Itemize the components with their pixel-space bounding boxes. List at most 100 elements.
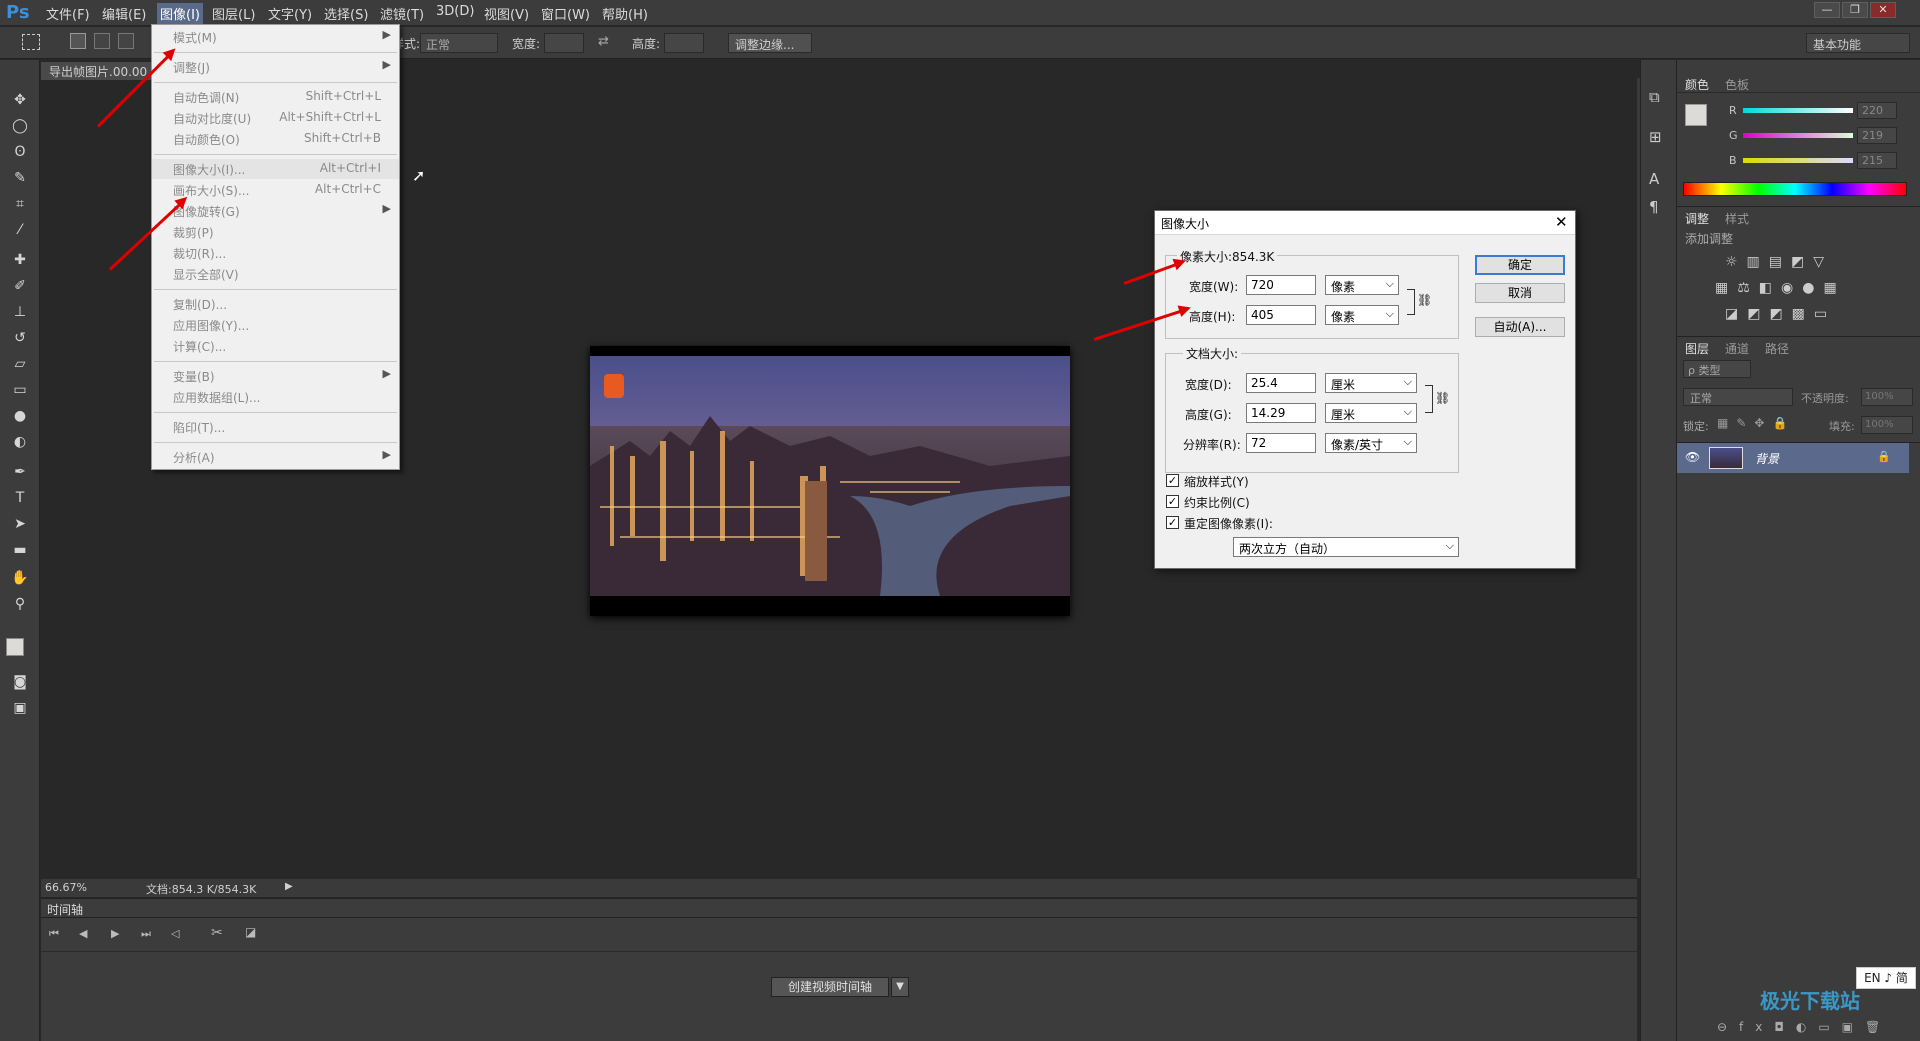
- menu-item[interactable]: 模式(M) ▶: [152, 27, 399, 47]
- shape-tool-icon[interactable]: ▬: [8, 542, 32, 562]
- menu-item[interactable]: 图像大小(I)... Alt+Ctrl+I: [152, 159, 399, 179]
- tab-adjustments[interactable]: 调整: [1685, 210, 1709, 227]
- marquee-tool-icon[interactable]: [22, 34, 40, 50]
- subtract-selection-icon[interactable]: [118, 33, 134, 49]
- menu-layer[interactable]: 图层(L): [212, 4, 255, 23]
- eraser-tool-icon[interactable]: ▱: [8, 356, 32, 376]
- menu-item[interactable]: 计算(C)...: [152, 336, 399, 356]
- fill-input[interactable]: 100%: [1861, 416, 1913, 434]
- workspace-select[interactable]: 基本功能: [1806, 33, 1910, 53]
- tab-color[interactable]: 颜色: [1685, 76, 1709, 93]
- menu-file[interactable]: 文件(F): [46, 4, 90, 23]
- g-slider[interactable]: [1743, 133, 1853, 138]
- adjustment-icons-row2[interactable]: ▦⚖◧◉●▦: [1715, 280, 1846, 296]
- resample-checkbox[interactable]: ✓: [1166, 516, 1179, 529]
- split-icon[interactable]: ✂: [211, 925, 223, 941]
- history-brush-icon[interactable]: ↺: [8, 330, 32, 350]
- restore-button[interactable]: ❐: [1842, 2, 1868, 18]
- crop-tool-icon[interactable]: ⌗: [8, 196, 32, 216]
- doc-width-input[interactable]: 25.4: [1246, 373, 1316, 393]
- foreground-swatch[interactable]: [1685, 104, 1707, 126]
- minimize-button[interactable]: —: [1814, 2, 1840, 18]
- timeline-dropdown-icon[interactable]: ▼: [891, 977, 909, 997]
- menu-type[interactable]: 文字(Y): [268, 4, 312, 23]
- doc-width-unit-select[interactable]: 厘米 ⌵: [1325, 373, 1417, 393]
- b-value[interactable]: 215: [1857, 152, 1897, 169]
- menu-item[interactable]: 自动对比度(U) Alt+Shift+Ctrl+L: [152, 108, 399, 128]
- r-slider[interactable]: [1743, 108, 1853, 113]
- quick-mask-icon[interactable]: ◙: [8, 674, 32, 694]
- healing-brush-icon[interactable]: ✚: [8, 252, 32, 272]
- menu-window[interactable]: 窗口(W): [541, 4, 590, 23]
- path-select-icon[interactable]: ➤: [8, 516, 32, 536]
- menu-item[interactable]: 画布大小(S)... Alt+Ctrl+C: [152, 180, 399, 200]
- status-arrow-icon[interactable]: ▶: [285, 881, 293, 892]
- doc-height-input[interactable]: 14.29: [1246, 403, 1316, 423]
- tab-styles[interactable]: 样式: [1725, 210, 1749, 227]
- close-button[interactable]: ✕: [1870, 2, 1896, 18]
- tab-layers[interactable]: 图层: [1685, 340, 1709, 357]
- dodge-tool-icon[interactable]: ◐: [8, 434, 32, 454]
- tab-channels[interactable]: 通道: [1725, 340, 1749, 357]
- menu-edit[interactable]: 编辑(E): [102, 4, 146, 23]
- menu-item[interactable]: 显示全部(V): [152, 264, 399, 284]
- create-video-timeline-button[interactable]: 创建视频时间轴: [771, 977, 889, 997]
- history-panel-icon[interactable]: ⧉: [1649, 88, 1660, 106]
- menu-item[interactable]: 调整(J) ▶: [152, 57, 399, 77]
- r-value[interactable]: 220: [1857, 102, 1897, 119]
- lasso-tool-icon[interactable]: ʘ: [8, 144, 32, 164]
- menu-item[interactable]: 陷印(T)...: [152, 417, 399, 437]
- menu-item[interactable]: 应用数据组(L)...: [152, 387, 399, 407]
- style-select[interactable]: 正常: [420, 33, 498, 53]
- adjustment-icons-row1[interactable]: ☼▥▤◩▽: [1725, 254, 1833, 270]
- add-selection-icon[interactable]: [94, 33, 110, 49]
- menu-image[interactable]: 图像(I): [157, 3, 203, 24]
- transition-icon[interactable]: ◪: [245, 925, 256, 939]
- audio-icon[interactable]: ◁: [171, 927, 179, 940]
- paragraph-panel-icon[interactable]: ¶: [1649, 198, 1659, 216]
- play-icon[interactable]: ▶: [111, 927, 119, 940]
- type-tool-icon[interactable]: T: [8, 490, 32, 510]
- refine-edge-button[interactable]: 调整边缘...: [728, 33, 812, 53]
- new-selection-icon[interactable]: [70, 33, 86, 49]
- menu-item[interactable]: 自动颜色(O) Shift+Ctrl+B: [152, 129, 399, 149]
- brush-tool-icon[interactable]: ✐: [8, 278, 32, 298]
- cancel-button[interactable]: 取消: [1475, 283, 1565, 303]
- resample-method-select[interactable]: 两次立方（自动） ⌵: [1233, 537, 1459, 557]
- document-tab[interactable]: 导出帧图片.00.00: [41, 62, 161, 80]
- stamp-tool-icon[interactable]: ⊥: [8, 304, 32, 324]
- color-spectrum[interactable]: [1683, 182, 1907, 196]
- blend-mode-select[interactable]: 正常: [1683, 388, 1793, 406]
- doc-height-unit-select[interactable]: 厘米 ⌵: [1325, 403, 1417, 423]
- character-panel-icon[interactable]: A: [1649, 170, 1659, 188]
- swap-icon[interactable]: ⇄: [598, 34, 609, 49]
- menu-item[interactable]: 变量(B) ▶: [152, 366, 399, 386]
- dialog-close-icon[interactable]: ✕: [1555, 213, 1568, 231]
- zoom-level[interactable]: 66.67%: [45, 881, 87, 894]
- ok-button[interactable]: 确定: [1475, 255, 1565, 275]
- layer-footer-icons[interactable]: ⊖fx◘◐▭▣🗑: [1717, 1020, 1892, 1034]
- b-slider[interactable]: [1743, 158, 1853, 163]
- menu-item[interactable]: 裁剪(P): [152, 222, 399, 242]
- gradient-tool-icon[interactable]: ▭: [8, 382, 32, 402]
- g-value[interactable]: 219: [1857, 127, 1897, 144]
- menu-filter[interactable]: 滤镜(T): [380, 4, 424, 23]
- menu-view[interactable]: 视图(V): [484, 4, 529, 23]
- auto-button[interactable]: 自动(A)...: [1475, 317, 1565, 337]
- layer-kind-filter[interactable]: ρ 类型: [1683, 360, 1751, 378]
- menu-item[interactable]: 自动色调(N) Shift+Ctrl+L: [152, 87, 399, 107]
- px-width-input[interactable]: 720: [1246, 275, 1316, 295]
- blur-tool-icon[interactable]: ●: [8, 408, 32, 428]
- menu-item[interactable]: 裁切(R)...: [152, 243, 399, 263]
- first-frame-icon[interactable]: ⏮: [49, 927, 59, 941]
- menu-item[interactable]: 图像旋转(G) ▶: [152, 201, 399, 221]
- menu-item[interactable]: 复制(D)...: [152, 294, 399, 314]
- adjustment-icons-row3[interactable]: ◪◩◩▩▭: [1725, 306, 1836, 322]
- resolution-input[interactable]: 72: [1246, 433, 1316, 453]
- pen-tool-icon[interactable]: ✒: [8, 464, 32, 484]
- quick-select-icon[interactable]: ✎: [8, 170, 32, 190]
- constrain-proportions-checkbox[interactable]: ✓: [1166, 495, 1179, 508]
- layer-name[interactable]: 背景: [1755, 450, 1779, 467]
- move-tool-icon[interactable]: ✥: [8, 92, 32, 112]
- menu-3d[interactable]: 3D(D): [436, 4, 474, 19]
